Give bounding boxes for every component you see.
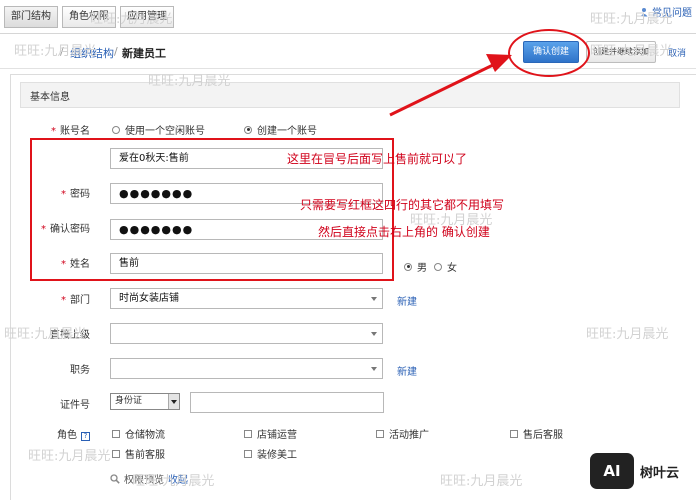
annotation-text: 然后直接点击右上角的 确认创建: [318, 225, 490, 239]
annotation-text: 只需要写红框这四行的其它都不用填写: [300, 198, 505, 212]
logo-mark: AI: [590, 453, 634, 489]
site-logo: AI 树叶云: [590, 453, 679, 489]
annotation-text: 这里在冒号后面写上售前就可以了: [287, 152, 468, 166]
logo-text: 树叶云: [640, 465, 680, 481]
annotation-arrow: [389, 54, 512, 117]
